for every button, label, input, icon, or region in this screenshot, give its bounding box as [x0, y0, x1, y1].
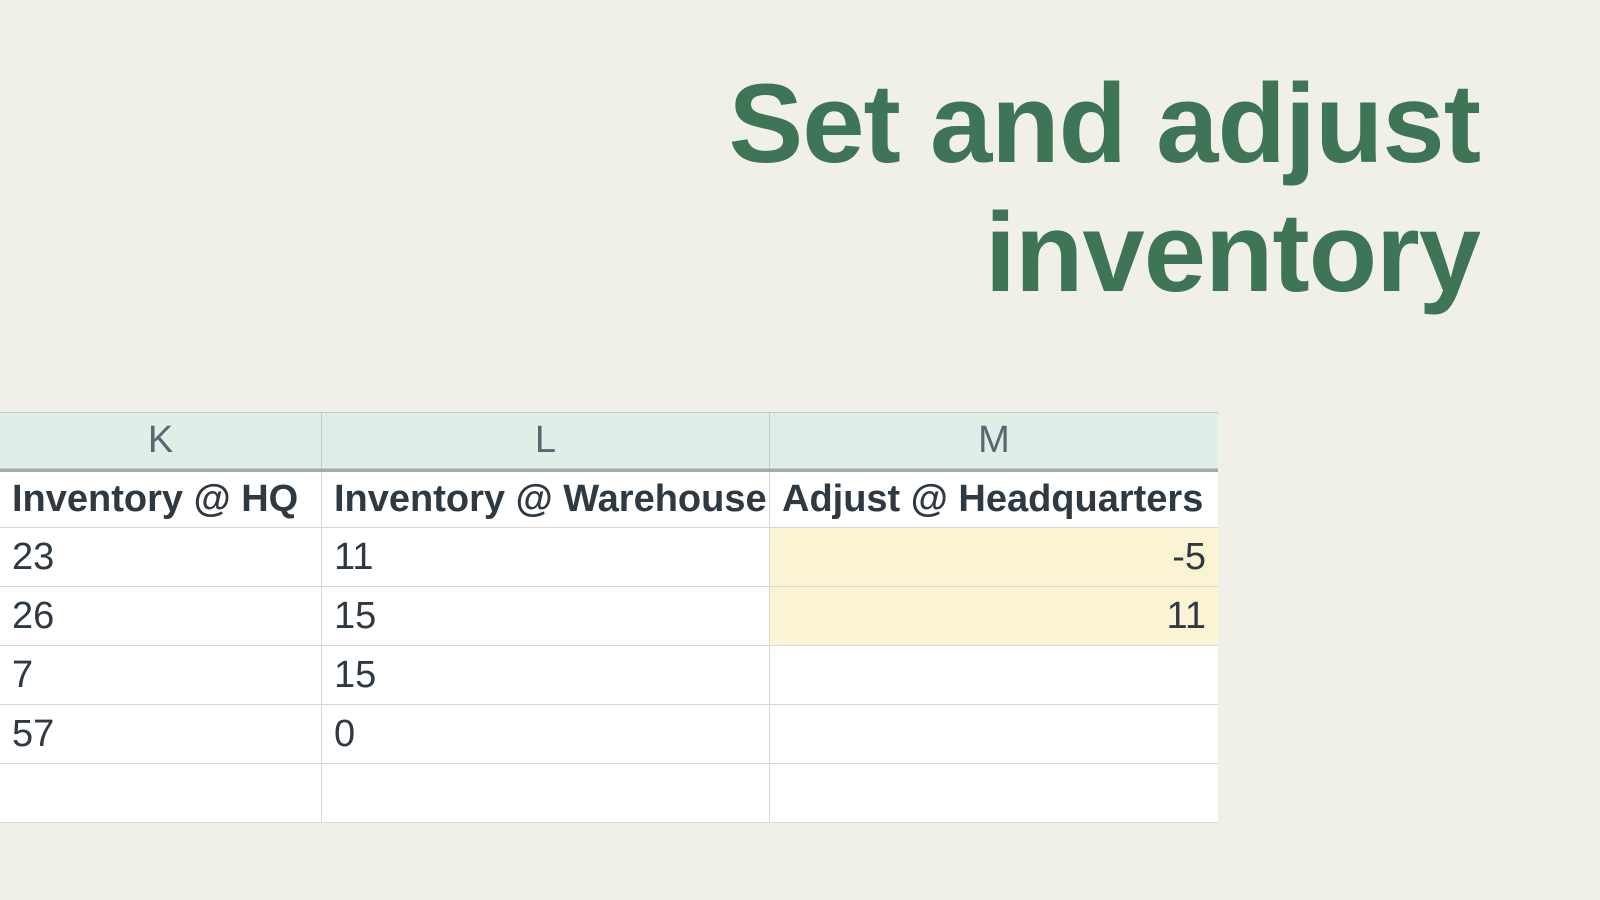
header-row: Inventory @ HQ Inventory @ Warehouse Adj… [0, 469, 1218, 528]
title-line-2: inventory [985, 190, 1480, 315]
cell-adjust-headquarters[interactable] [770, 764, 1218, 822]
table-row: 261511 [0, 587, 1218, 646]
cell-inventory-warehouse[interactable] [322, 764, 770, 822]
cell-inventory-hq[interactable]: 7 [0, 646, 322, 704]
column-letter-l[interactable]: L [322, 413, 770, 468]
header-adjust-headquarters[interactable]: Adjust @ Headquarters [770, 472, 1218, 527]
cell-adjust-headquarters[interactable]: 11 [770, 587, 1218, 645]
cell-inventory-hq[interactable]: 57 [0, 705, 322, 763]
spreadsheet: K L M Inventory @ HQ Inventory @ Warehou… [0, 412, 1218, 823]
table-row: 715 [0, 646, 1218, 705]
cell-inventory-warehouse[interactable]: 11 [322, 528, 770, 586]
column-letter-row: K L M [0, 413, 1218, 469]
cell-adjust-headquarters[interactable] [770, 646, 1218, 704]
table-row [0, 764, 1218, 823]
cell-inventory-hq[interactable] [0, 764, 322, 822]
page-title: Set and adjust inventory [729, 60, 1480, 318]
cell-adjust-headquarters[interactable]: -5 [770, 528, 1218, 586]
header-inventory-hq[interactable]: Inventory @ HQ [0, 472, 322, 527]
cell-inventory-warehouse[interactable]: 0 [322, 705, 770, 763]
table-row: 2311-5 [0, 528, 1218, 587]
column-letter-m[interactable]: M [770, 413, 1218, 468]
cell-inventory-hq[interactable]: 23 [0, 528, 322, 586]
column-letter-k[interactable]: K [0, 413, 322, 468]
table-row: 570 [0, 705, 1218, 764]
title-line-1: Set and adjust [729, 61, 1480, 186]
header-inventory-warehouse[interactable]: Inventory @ Warehouse [322, 472, 770, 527]
cell-inventory-warehouse[interactable]: 15 [322, 646, 770, 704]
cell-inventory-hq[interactable]: 26 [0, 587, 322, 645]
cell-inventory-warehouse[interactable]: 15 [322, 587, 770, 645]
cell-adjust-headquarters[interactable] [770, 705, 1218, 763]
